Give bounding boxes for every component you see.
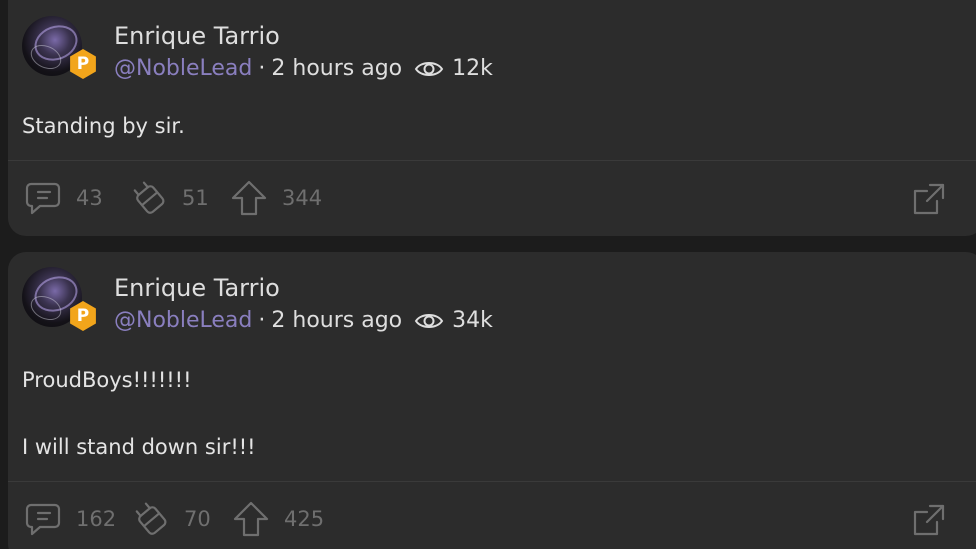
author-handle[interactable]: @NobleLead [114, 56, 252, 81]
upvote-count: 344 [282, 186, 323, 210]
upvote-count: 425 [284, 507, 325, 531]
badge-letter: P [76, 53, 90, 74]
comment-button[interactable]: 43 [24, 179, 103, 217]
meta-separator: · [258, 308, 266, 333]
author-name[interactable]: Enrique Tarrio [114, 22, 280, 50]
feed: P Enrique Tarrio @NobleLead · 2 hours ag… [0, 0, 976, 549]
view-count: 34k [452, 308, 493, 333]
post-meta: @NobleLead · 2 hours ago 34k [114, 308, 493, 333]
comment-count: 43 [76, 186, 103, 210]
divider [8, 160, 976, 161]
view-count: 12k [452, 56, 493, 81]
expand-icon[interactable] [910, 180, 948, 218]
meta-separator: · [258, 56, 266, 81]
eye-icon [414, 313, 444, 328]
badge-letter: P [76, 305, 90, 326]
upvote-button[interactable]: 344 [230, 179, 322, 217]
author-handle[interactable]: @NobleLead [114, 308, 252, 333]
post-body-line: Standing by sir. [22, 114, 185, 138]
repost-count: 51 [182, 186, 209, 210]
author-name[interactable]: Enrique Tarrio [114, 274, 280, 302]
post-meta: @NobleLead · 2 hours ago 12k [114, 56, 493, 81]
post-time: 2 hours ago [271, 308, 403, 333]
post-card[interactable]: P Enrique Tarrio @NobleLead · 2 hours ag… [8, 252, 976, 549]
comment-count: 162 [76, 507, 117, 531]
repost-button[interactable]: 51 [130, 179, 209, 217]
comment-button[interactable]: 162 [24, 500, 116, 538]
eye-icon [414, 61, 444, 76]
post-body-line: ProudBoys!!!!!!! [22, 368, 192, 392]
upvote-icon [233, 501, 269, 537]
divider [8, 481, 976, 482]
comment-icon [25, 182, 61, 215]
repost-icon [135, 502, 167, 535]
repost-button[interactable]: 70 [132, 500, 211, 538]
post-time: 2 hours ago [271, 56, 403, 81]
post-body-line: I will stand down sir!!! [22, 435, 256, 459]
expand-icon[interactable] [910, 501, 948, 539]
post-card[interactable]: P Enrique Tarrio @NobleLead · 2 hours ag… [8, 0, 976, 236]
upvote-button[interactable]: 425 [232, 500, 324, 538]
comment-icon [25, 503, 61, 536]
repost-count: 70 [184, 507, 211, 531]
repost-icon [133, 181, 165, 214]
upvote-icon [231, 180, 267, 216]
